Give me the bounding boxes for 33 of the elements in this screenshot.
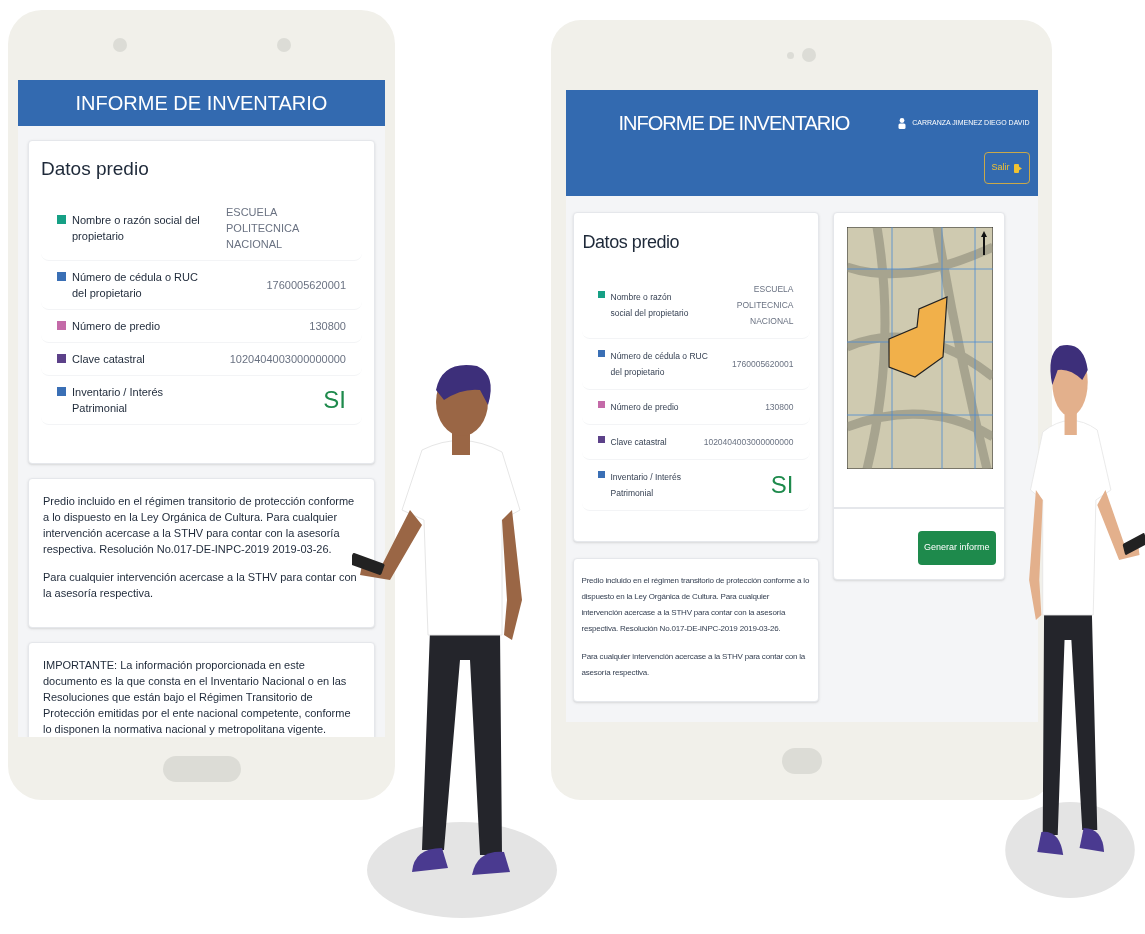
- important-paragraph: IMPORTANTE: La información proporcionada en este documento es la que consta en el Inventario Nacional o en las Resoluciones que están bajo el Régimen Transitorio de Protección emitidas por el ente nacional competente, conforme lo disponen la normativa nacional y metropolitana vigente.: [43, 657, 352, 737]
- field-label: Número de cédula o RUC del propietario: [610, 350, 709, 379]
- notice-paragraph: Predio incluido en el régimen transitorio de protección conforme a lo dispuesto en la Ley Orgánica de Cultura. Para cualquier intervención acercase a la STHV para contar con la asesoría respectiva. Resolución No.017-DE-INPC-2019 2019-03-26.: [43, 493, 356, 557]
- logout-icon: [1013, 163, 1023, 173]
- field-label: Inventario / Interés Patrimonial: [610, 471, 682, 500]
- field-value: 130800: [765, 401, 794, 414]
- generate-report-button[interactable]: Generar informe: [917, 531, 996, 565]
- field-value: 1020404003000000000: [703, 436, 794, 449]
- field-label: Número de predio: [72, 318, 161, 334]
- field-label: Nombre o razón social del propietario: [610, 291, 690, 320]
- notice-paragraph: Para cualquier intervención acercase a la STHV para contar con la asesoría respectiva.: [581, 651, 807, 679]
- notice-paragraph: Para cualquier intervención acercase a la STHV para contar con la asesoría respectiva.: [43, 569, 358, 601]
- field-value: 1760005620001: [266, 277, 346, 293]
- field-value: 130800: [309, 318, 346, 334]
- field-value: 1020404003000000000: [229, 351, 346, 367]
- field-label: Número de predio: [610, 401, 679, 414]
- field-label: Clave catastral: [610, 436, 667, 449]
- field-label: Inventario / Interés Patrimonial: [72, 384, 165, 416]
- logout-button[interactable]: Salir: [984, 152, 1030, 184]
- header-title: INFORME DE INVENTARIO: [618, 111, 850, 136]
- field-label: Número de cédula o RUC del propietario: [72, 269, 199, 301]
- field-value: ESCUELA POLITECNICA NACIONAL: [226, 204, 300, 252]
- notice-paragraph: Predio incluido en el régimen transitorio de protección conforme a lo dispuesto en la Ley Orgánica de Cultura. Para cualquier intervención acercase a la STHV para contar con la asesoría respectiva. Resolución No.017-DE-INPC-2019 2019-03-26.: [581, 575, 810, 635]
- field-value: ESCUELA POLITECNICA NACIONAL: [735, 283, 794, 328]
- field-value: SI: [770, 470, 794, 500]
- field-value: SI: [323, 384, 346, 415]
- field-value: 1760005620001: [732, 358, 794, 371]
- field-label: Nombre o razón social del propietario: [72, 212, 201, 244]
- card-title: Datos predio: [582, 231, 681, 254]
- field-label: Clave catastral: [72, 351, 145, 367]
- header-title: INFORME DE INVENTARIO: [75, 91, 328, 116]
- card-title: Datos predio: [41, 157, 150, 181]
- user-icon: [898, 117, 907, 129]
